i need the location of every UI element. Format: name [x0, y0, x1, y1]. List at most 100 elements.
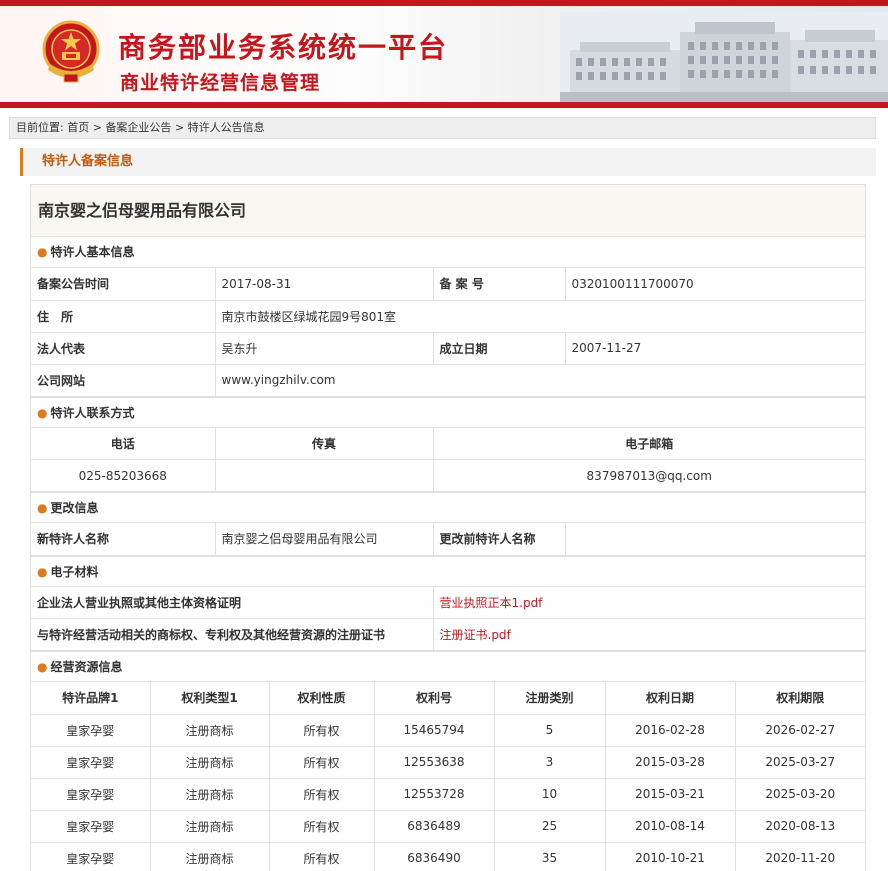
banner-top-stripe: [0, 0, 888, 6]
section-title: 特许人备案信息: [20, 148, 876, 176]
table-row: 皇家孕婴 注册商标 所有权 12553728 10 2015-03-21 202…: [31, 777, 865, 811]
breadcrumb-prefix: 目前位置:: [16, 121, 64, 134]
registration-class-cell: 5: [493, 713, 606, 747]
right-term-cell: 2020-08-13: [734, 809, 865, 843]
record-no-label: 备 案 号: [432, 268, 566, 301]
record-no-value: 0320100111700070: [564, 268, 865, 301]
company-name: 南京婴之侣母婴用品有限公司: [31, 185, 865, 237]
new-name-value: 南京婴之侣母婴用品有限公司: [214, 523, 434, 556]
right-number-cell: 12553728: [373, 777, 495, 811]
material-label: 与特许经营活动相关的商标权、专利权及其他经营资源的注册证书: [31, 618, 434, 651]
right-date-cell: 2016-02-28: [604, 713, 736, 747]
email-value: 837987013@qq.com: [432, 459, 865, 492]
table-row: 法人代表 吴东升 成立日期 2007-11-27: [31, 331, 865, 365]
table-row: 电话 传真 电子邮箱: [31, 427, 865, 460]
resources-heading: ● 经营资源信息: [31, 651, 865, 682]
table-row: 025-85203668 837987013@qq.com: [31, 459, 865, 492]
registration-class-cell: 25: [493, 809, 606, 843]
right-number-cell: 15465794: [373, 713, 495, 747]
table-header-row: 特许品牌1 权利类型1 权利性质 权利号 注册类别 权利日期 权利期限: [31, 682, 865, 715]
table-row: 皇家孕婴 注册商标 所有权 6836489 25 2010-08-14 2020…: [31, 809, 865, 843]
right-term-cell: 2025-03-27: [734, 745, 865, 779]
changes-heading: ● 更改信息: [31, 492, 865, 523]
basic-info-heading: ● 特许人基本信息: [31, 237, 865, 268]
banner-title: 商务部业务系统统一平台: [118, 31, 449, 64]
site-banner: 商务部业务系统统一平台 商业特许经营信息管理: [0, 0, 888, 108]
column-header: 特许品牌1: [31, 682, 151, 715]
phone-value: 025-85203668: [31, 459, 216, 492]
registration-class-cell: 10: [493, 777, 606, 811]
table-row: 住 所 南京市鼓楼区绿城花园9号801室: [31, 299, 865, 333]
brand-cell: 皇家孕婴: [31, 809, 151, 843]
new-name-label: 新特许人名称: [31, 523, 216, 556]
table-row: 新特许人名称 南京婴之侣母婴用品有限公司 更改前特许人名称: [31, 523, 865, 556]
record-date-value: 2017-08-31: [214, 268, 434, 301]
materials-table: 企业法人营业执照或其他主体资格证明 营业执照正本1.pdf 与特许经营活动相关的…: [31, 586, 865, 651]
banner-subtitle: 商业特许经营信息管理: [120, 72, 321, 94]
right-date-cell: 2015-03-21: [604, 777, 736, 811]
brand-cell: 皇家孕婴: [31, 745, 151, 779]
right-type-cell: 注册商标: [149, 745, 270, 779]
right-type-cell: 注册商标: [149, 841, 270, 871]
founded-value: 2007-11-27: [564, 331, 865, 365]
column-header: 注册类别: [493, 682, 606, 715]
right-nature-cell: 所有权: [268, 745, 375, 779]
right-nature-cell: 所有权: [268, 777, 375, 811]
right-term-cell: 2020-11-20: [734, 841, 865, 871]
national-emblem-icon: [42, 20, 100, 83]
website-value: www.yingzhilv.com: [214, 363, 865, 397]
legal-rep-label: 法人代表: [31, 331, 216, 365]
registration-class-cell: 35: [493, 841, 606, 871]
right-nature-cell: 所有权: [268, 713, 375, 747]
bullet-dot-icon: ●: [37, 660, 48, 674]
column-header: 权利性质: [268, 682, 375, 715]
brand-cell: 皇家孕婴: [31, 777, 151, 811]
material-label: 企业法人营业执照或其他主体资格证明: [31, 586, 434, 619]
old-name-label: 更改前特许人名称: [432, 523, 566, 556]
brand-cell: 皇家孕婴: [31, 841, 151, 871]
table-row: 与特许经营活动相关的商标权、专利权及其他经营资源的注册证书 注册证书.pdf: [31, 618, 865, 651]
contact-heading: ● 特许人联系方式: [31, 396, 865, 428]
right-date-cell: 2010-08-14: [604, 809, 736, 843]
email-header: 电子邮箱: [432, 427, 865, 460]
table-row: 企业法人营业执照或其他主体资格证明 营业执照正本1.pdf: [31, 586, 865, 619]
franchisor-detail-panel: 南京婴之侣母婴用品有限公司 ● 特许人基本信息 备案公告时间 2017-08-31…: [30, 184, 866, 871]
contact-table: 电话 传真 电子邮箱 025-85203668 837987013@qq.com: [31, 427, 865, 492]
right-type-cell: 注册商标: [149, 777, 270, 811]
column-header: 权利期限: [734, 682, 865, 715]
registration-certificate-pdf-link[interactable]: 注册证书.pdf: [440, 628, 511, 642]
right-number-cell: 6836490: [373, 841, 495, 871]
right-type-cell: 注册商标: [149, 713, 270, 747]
right-date-cell: 2010-10-21: [604, 841, 736, 871]
brand-cell: 皇家孕婴: [31, 713, 151, 747]
breadcrumb-current: 特许人公告信息: [187, 121, 265, 134]
fax-value: [214, 459, 434, 492]
right-term-cell: 2026-02-27: [734, 713, 865, 747]
business-license-pdf-link[interactable]: 营业执照正本1.pdf: [440, 596, 543, 610]
breadcrumb-separator: >: [174, 121, 185, 134]
table-row: 公司网站 www.yingzhilv.com: [31, 363, 865, 397]
basic-info-table: 备案公告时间 2017-08-31 备 案 号 0320100111700070…: [31, 268, 865, 397]
right-nature-cell: 所有权: [268, 841, 375, 871]
old-name-value: [564, 523, 865, 556]
column-header: 权利日期: [604, 682, 736, 715]
right-term-cell: 2025-03-20: [734, 777, 865, 811]
founded-label: 成立日期: [432, 331, 566, 365]
bullet-dot-icon: ●: [37, 564, 48, 579]
legal-rep-value: 吴东升: [214, 331, 434, 365]
website-label: 公司网站: [31, 363, 216, 397]
breadcrumb-record-notice-link[interactable]: 备案企业公告: [105, 121, 171, 134]
materials-heading: ● 电子材料: [31, 555, 865, 587]
column-header: 权利类型1: [149, 682, 270, 715]
registration-class-cell: 3: [493, 745, 606, 779]
resources-table: 特许品牌1 权利类型1 权利性质 权利号 注册类别 权利日期 权利期限 皇家孕婴…: [31, 682, 865, 871]
table-row: 皇家孕婴 注册商标 所有权 15465794 5 2016-02-28 2026…: [31, 713, 865, 747]
address-label: 住 所: [31, 299, 216, 333]
right-number-cell: 12553638: [373, 745, 495, 779]
address-value: 南京市鼓楼区绿城花园9号801室: [214, 299, 865, 333]
banner-bottom-stripe: [0, 102, 888, 108]
bullet-dot-icon: ●: [37, 501, 48, 515]
column-header: 权利号: [373, 682, 495, 715]
breadcrumb-home-link[interactable]: 首页: [67, 121, 89, 134]
phone-header: 电话: [31, 427, 216, 460]
